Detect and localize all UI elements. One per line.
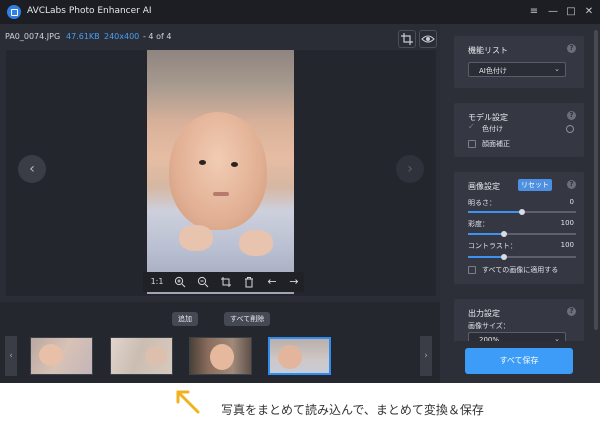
face-refine-checkbox[interactable] [468, 140, 476, 148]
thumbnail-face [278, 345, 302, 369]
thumbnail-strip: 追加 すべて削除 ‹ › [0, 302, 440, 383]
thumbnail-face [210, 344, 234, 370]
app-title: AVCLabs Photo Enhancer AI [27, 6, 152, 16]
file-size: 47.61KB [66, 32, 100, 41]
image-counter: - 4 of 4 [143, 32, 172, 41]
next-image-button[interactable]: › [396, 155, 424, 183]
arrow-right-icon[interactable]: → [283, 272, 305, 292]
crop-icon[interactable] [215, 272, 237, 292]
minimize-icon[interactable]: — [545, 4, 561, 20]
file-name: PA0_0074.JPG [5, 32, 61, 41]
function-list-card: 機能リスト ? AI色付け ⌄ [454, 36, 584, 88]
app-window: AVCLabs Photo Enhancer AI ≡ — □ ✕ PA0_00… [0, 0, 600, 383]
brightness-slider-fill [468, 211, 522, 213]
right-eye [231, 162, 238, 167]
image-settings-card: 画像設定 リセット ? 明るさ： 0 彩度： 100 コントラスト： 100 す… [454, 172, 584, 284]
brightness-label: 明るさ： [468, 199, 496, 207]
thumbnail-selected[interactable] [268, 337, 331, 375]
saturation-slider[interactable] [468, 231, 576, 237]
function-select[interactable]: AI色付け ⌄ [468, 62, 566, 77]
app-logo-icon [7, 5, 21, 19]
trash-icon[interactable] [238, 272, 260, 292]
apply-all-label: すべての画像に適用する [482, 266, 559, 274]
gear-icon[interactable] [566, 125, 574, 133]
help-icon[interactable]: ? [567, 307, 576, 316]
contrast-label: コントラスト： [468, 242, 517, 250]
thumbnail-face [39, 344, 63, 366]
maximize-icon[interactable]: □ [563, 4, 579, 20]
arrow-left-icon[interactable]: ← [261, 272, 283, 292]
crop-view-button[interactable] [398, 30, 416, 48]
close-icon[interactable]: ✕ [581, 4, 597, 20]
eye-icon [421, 35, 435, 43]
face-refine-option[interactable]: 顔面補正 [468, 138, 584, 150]
function-select-value: AI色付け [479, 67, 507, 75]
saturation-slider-knob[interactable] [500, 231, 507, 237]
saturation-slider-fill [468, 233, 504, 235]
save-all-button[interactable]: すべて保存 [465, 348, 573, 374]
thumbnail[interactable] [110, 337, 173, 375]
caption-text: 写真をまとめて読み込んで、まとめて変換＆保存 [221, 403, 484, 417]
image-settings-title: 画像設定 [468, 182, 500, 191]
title-bar: AVCLabs Photo Enhancer AI ≡ — □ ✕ [0, 0, 600, 24]
image-toolbar: 1:1 ← → [143, 272, 304, 292]
reset-button[interactable]: リセット [518, 179, 552, 191]
brightness-slider-knob[interactable] [519, 209, 525, 215]
baby-photo [147, 50, 294, 294]
contrast-slider-knob[interactable] [500, 254, 507, 260]
function-list-title: 機能リスト [468, 46, 508, 55]
saturation-label: 彩度： [468, 220, 489, 228]
left-eye [199, 160, 206, 165]
output-settings-title: 出力設定 [468, 309, 500, 318]
arrow-up-left-icon [176, 390, 200, 414]
help-icon[interactable]: ? [567, 180, 576, 189]
thumbnail[interactable] [189, 337, 252, 375]
chevron-down-icon: ⌄ [554, 65, 560, 73]
contrast-value: 100 [560, 241, 574, 249]
zoom-in-icon[interactable] [169, 272, 191, 292]
delete-all-button[interactable]: すべて削除 [224, 312, 271, 326]
file-info-bar: PA0_0074.JPG 47.61KB 240x400 - 4 of 4 [0, 30, 440, 48]
image-size-label: 画像サイズ： [468, 322, 510, 330]
colorize-label: 色付け [482, 125, 503, 133]
settings-panel: 機能リスト ? AI色付け ⌄ モデル設定 ? ✓ 色付け 顔面補正 画像設定 … [440, 24, 600, 383]
thumbnail[interactable] [30, 337, 93, 375]
baby-face [169, 112, 267, 230]
saturation-value: 100 [560, 219, 574, 227]
image-resolution: 240x400 [104, 32, 140, 41]
mouth [213, 192, 229, 196]
apply-all-checkbox[interactable] [468, 266, 476, 274]
check-icon: ✓ [468, 122, 475, 131]
zoom-out-icon[interactable] [192, 272, 214, 292]
brightness-slider[interactable] [468, 209, 576, 215]
preview-toggle-button[interactable] [419, 30, 437, 48]
colorize-option[interactable]: ✓ 色付け [468, 122, 584, 135]
brightness-value: 0 [569, 198, 574, 206]
baby-hand-left [179, 225, 213, 251]
panel-scroll-thumb[interactable] [594, 30, 598, 330]
add-button[interactable]: 追加 [172, 312, 198, 326]
menu-icon[interactable]: ≡ [526, 4, 542, 20]
save-area: すべて保存 [440, 341, 600, 383]
model-settings-card: モデル設定 ? ✓ 色付け 顔面補正 [454, 103, 584, 157]
actual-size-button[interactable]: 1:1 [146, 272, 168, 292]
help-icon[interactable]: ? [567, 44, 576, 53]
thumbnail-face [145, 346, 167, 366]
help-icon[interactable]: ? [567, 111, 576, 120]
apply-all-option[interactable]: すべての画像に適用する [468, 264, 584, 276]
contrast-slider-fill [468, 256, 504, 258]
image-viewer: ‹ › 1:1 ← → [6, 50, 436, 296]
crop-icon [401, 33, 413, 45]
strip-prev-button[interactable]: ‹ [5, 336, 17, 376]
previous-image-button[interactable]: ‹ [18, 155, 46, 183]
contrast-slider[interactable] [468, 254, 576, 260]
face-refine-label: 顔面補正 [482, 140, 510, 148]
panel-scrollbar[interactable] [594, 24, 598, 341]
strip-next-button[interactable]: › [420, 336, 432, 376]
baby-hand-right [239, 230, 273, 256]
